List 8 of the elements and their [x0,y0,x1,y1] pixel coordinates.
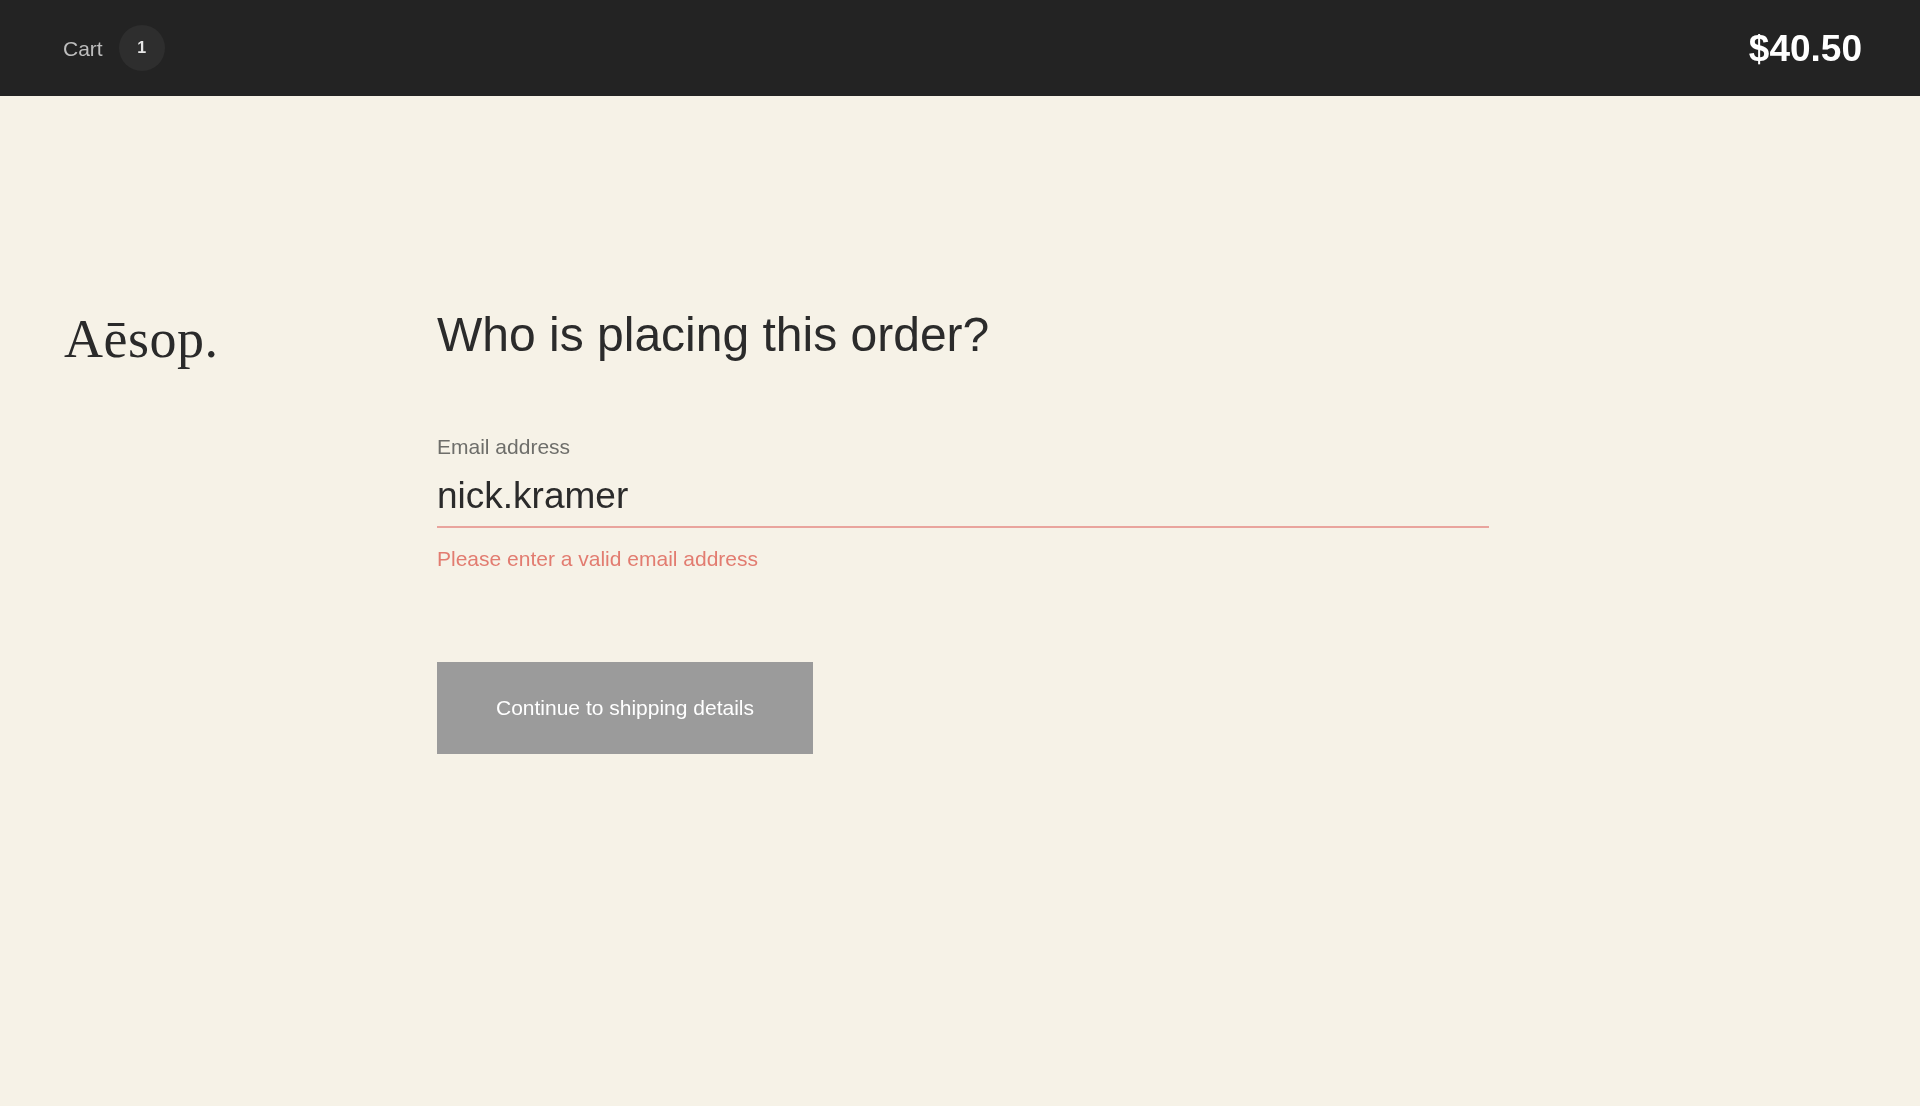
form-heading: Who is placing this order? [437,307,990,363]
email-field[interactable]: nick.kramer [437,474,1489,528]
cart-link[interactable]: Cart [63,37,103,59]
cart-count-badge: 1 [118,25,165,71]
email-label: Email address [437,434,571,460]
brand-logo: Aēsop. [64,309,219,369]
order-total: $40.50 [1748,29,1862,67]
email-error-message: Please enter a valid email address [437,546,758,572]
